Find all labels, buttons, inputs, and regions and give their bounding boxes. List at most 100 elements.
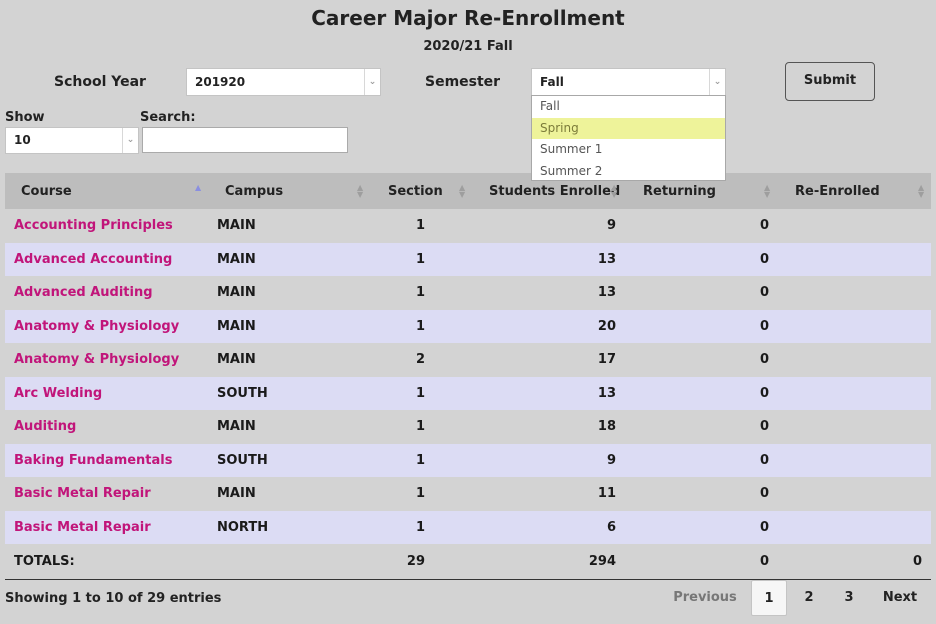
returning-cell: 0 <box>759 486 769 502</box>
campus-cell: MAIN <box>217 352 256 368</box>
course-link[interactable]: Anatomy & Physiology <box>14 310 179 344</box>
campus-cell: NORTH <box>217 519 269 535</box>
show-entries-select[interactable]: 10 ⌄ <box>5 127 139 154</box>
reenrolled-cell <box>865 209 922 243</box>
table-row: Advanced Accounting MAIN 1 13 0 <box>5 242 931 277</box>
table-row: Baking Fundamentals SOUTH 1 9 0 <box>5 443 931 478</box>
campus-cell: MAIN <box>217 318 256 334</box>
chevron-down-icon: ⌄ <box>709 69 725 95</box>
enrolled-cell: 9 <box>606 218 616 234</box>
column-header-section[interactable]: Section <box>388 173 443 209</box>
totals-reenrolled: 0 <box>912 554 922 569</box>
next-page-button[interactable]: Next <box>874 580 926 616</box>
returning-cell: 0 <box>759 419 769 435</box>
enrolled-cell: 9 <box>606 452 616 468</box>
reenrolled-cell <box>865 377 922 411</box>
enrolled-cell: 13 <box>597 285 616 301</box>
page-button-3[interactable]: 3 <box>831 580 867 616</box>
page-title: Career Major Re-Enrollment <box>311 6 625 30</box>
show-label: Show <box>5 110 45 125</box>
course-link[interactable]: Accounting Principles <box>14 209 173 243</box>
semester-option-spring[interactable]: Spring <box>532 117 725 139</box>
semester-dropdown: Fall Spring Summer 1 Summer 2 <box>531 95 726 181</box>
returning-cell: 0 <box>759 218 769 234</box>
enrolled-cell: 11 <box>597 486 616 502</box>
table-row: Basic Metal Repair MAIN 1 11 0 <box>5 477 931 511</box>
course-link[interactable]: Anatomy & Physiology <box>14 343 179 377</box>
returning-cell: 0 <box>759 285 769 301</box>
reenrolled-cell <box>865 343 922 377</box>
sort-asc-icon: ▲ <box>195 183 202 192</box>
page-button-1[interactable]: 1 <box>751 580 787 616</box>
enrolled-cell: 17 <box>597 352 616 368</box>
totals-row: TOTALS: 29 294 0 0 <box>5 544 931 580</box>
section-cell: 1 <box>415 419 425 435</box>
campus-cell: MAIN <box>217 218 256 234</box>
previous-page-button[interactable]: Previous <box>670 580 740 616</box>
campus-cell: SOUTH <box>217 452 268 468</box>
course-link[interactable]: Arc Welding <box>14 377 102 411</box>
reenrolled-cell <box>865 477 922 511</box>
table-row: Auditing MAIN 1 18 0 <box>5 410 931 444</box>
section-cell: 1 <box>415 519 425 535</box>
section-cell: 1 <box>415 318 425 334</box>
sort-icon: ▲ ▼ <box>918 183 925 199</box>
table-row: Arc Welding SOUTH 1 13 0 <box>5 376 931 411</box>
search-input[interactable] <box>142 127 348 153</box>
returning-cell: 0 <box>759 318 769 334</box>
returning-cell: 0 <box>759 251 769 267</box>
reenrolled-cell <box>865 243 922 277</box>
semester-option-fall[interactable]: Fall <box>532 96 725 118</box>
semester-select[interactable]: Fall ⌄ <box>531 68 726 96</box>
course-link[interactable]: Auditing <box>14 410 76 444</box>
column-header-re-enrolled[interactable]: Re-Enrolled <box>795 173 880 209</box>
table-row: Accounting Principles MAIN 1 9 0 <box>5 209 931 243</box>
returning-cell: 0 <box>759 385 769 401</box>
totals-label: TOTALS: <box>14 554 75 569</box>
course-link[interactable]: Advanced Auditing <box>14 276 153 310</box>
course-link[interactable]: Advanced Accounting <box>14 243 172 277</box>
section-cell: 1 <box>415 385 425 401</box>
column-header-course[interactable]: Course <box>21 173 72 209</box>
page-subtitle: 2020/21 Fall <box>423 39 513 54</box>
reenrolled-cell <box>865 444 922 478</box>
campus-cell: MAIN <box>217 486 256 502</box>
campus-cell: MAIN <box>217 285 256 301</box>
page-button-2[interactable]: 2 <box>791 580 827 616</box>
sort-icon: ▲ ▼ <box>357 183 364 199</box>
returning-cell: 0 <box>759 352 769 368</box>
reenrolled-cell <box>865 410 922 444</box>
enrolled-cell: 13 <box>597 385 616 401</box>
semester-option-summer-2[interactable]: Summer 2 <box>532 161 725 183</box>
semester-value: Fall <box>540 75 564 89</box>
enrolled-cell: 18 <box>597 419 616 435</box>
school-year-label: School Year <box>54 74 146 90</box>
reenrolled-cell <box>865 276 922 310</box>
semester-option-summer-1[interactable]: Summer 1 <box>532 139 725 161</box>
chevron-down-icon: ⌄ <box>364 69 380 95</box>
enrolled-cell: 13 <box>597 251 616 267</box>
school-year-value: 201920 <box>195 75 246 89</box>
search-label: Search: <box>140 110 196 125</box>
course-link[interactable]: Baking Fundamentals <box>14 444 173 478</box>
course-table: Course ▲ Campus ▲ ▼ Section ▲ ▼ Students E… <box>5 173 931 580</box>
section-cell: 1 <box>415 452 425 468</box>
page: { "page": { "title": "Career Major Re-En… <box>0 0 936 624</box>
campus-cell: SOUTH <box>217 385 268 401</box>
submit-button[interactable]: Submit <box>785 62 875 101</box>
table-row: Basic Metal Repair NORTH 1 6 0 <box>5 510 931 545</box>
school-year-select[interactable]: 201920 ⌄ <box>186 68 381 96</box>
table-header: Course ▲ Campus ▲ ▼ Section ▲ ▼ Students E… <box>5 173 931 209</box>
reenrolled-cell <box>865 511 922 545</box>
course-link[interactable]: Basic Metal Repair <box>14 477 151 511</box>
entries-info: Showing 1 to 10 of 29 entries <box>5 591 222 606</box>
totals-section: 29 <box>406 554 425 569</box>
course-link[interactable]: Basic Metal Repair <box>14 511 151 545</box>
column-header-campus[interactable]: Campus <box>225 173 283 209</box>
returning-cell: 0 <box>759 519 769 535</box>
reenrolled-cell <box>865 310 922 344</box>
table-row: Advanced Auditing MAIN 1 13 0 <box>5 276 931 310</box>
totals-enrolled: 294 <box>588 554 616 569</box>
section-cell: 1 <box>415 218 425 234</box>
section-cell: 1 <box>415 251 425 267</box>
